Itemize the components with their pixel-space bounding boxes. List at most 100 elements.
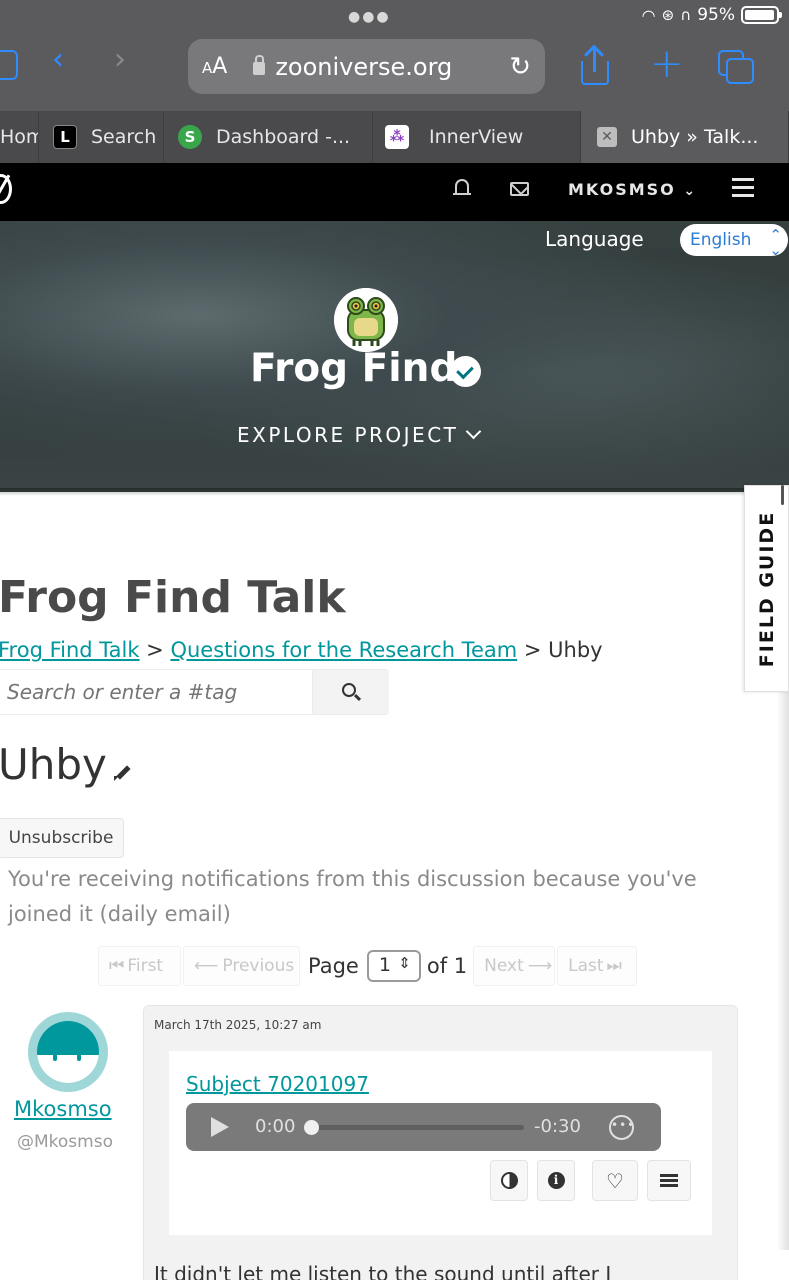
sidebar-toggle-icon[interactable] bbox=[0, 50, 18, 80]
updown-chevron-icon: ⇕ bbox=[398, 954, 411, 972]
updown-chevron-icon: ⌃ ⌄ bbox=[769, 226, 782, 259]
tab-label: InnerView bbox=[429, 126, 524, 148]
arrow-right-icon: ⟶ bbox=[527, 956, 553, 976]
multitasking-dots[interactable]: ●●● bbox=[348, 9, 391, 25]
page-label: Page bbox=[308, 954, 359, 978]
edit-pencil-icon[interactable] bbox=[114, 764, 130, 781]
tab-label: Dashboard -... bbox=[216, 126, 351, 148]
avatar-eye bbox=[53, 1052, 57, 1061]
audio-progress-thumb[interactable] bbox=[304, 1120, 319, 1135]
page-select[interactable]: 1 ⇕ bbox=[366, 950, 421, 982]
back-button[interactable]: ‹ bbox=[52, 45, 64, 75]
comment-timestamp[interactable]: March 17th 2025, 10:27 am bbox=[154, 1018, 321, 1032]
field-guide-label: FIELD GUIDE bbox=[755, 510, 778, 667]
language-value: English bbox=[690, 230, 752, 250]
first-page-icon: ⏮ bbox=[109, 956, 125, 976]
text-size-button[interactable]: AA bbox=[202, 54, 227, 79]
forward-button[interactable]: › bbox=[114, 45, 126, 75]
breadcrumb-link-talk[interactable]: Frog Find Talk bbox=[0, 638, 140, 662]
notifications-icon[interactable] bbox=[453, 178, 471, 198]
project-title[interactable]: Frog Find bbox=[250, 346, 457, 391]
tab-dashboard[interactable]: S Dashboard -... bbox=[164, 111, 373, 163]
next-label: Next bbox=[484, 956, 524, 976]
tab-favicon: S bbox=[178, 125, 202, 149]
explore-project-menu[interactable]: EXPLORE PROJECT bbox=[237, 423, 482, 447]
tab-home[interactable]: Hom bbox=[0, 111, 39, 163]
breadcrumb-link-board[interactable]: Questions for the Research Team bbox=[170, 638, 517, 662]
zooniverse-logo-icon[interactable] bbox=[0, 174, 12, 204]
audio-player: 0:00 -0:30 ••• bbox=[186, 1103, 661, 1151]
last-page-button[interactable]: Last ⏭ bbox=[557, 946, 638, 986]
heart-icon: ♡ bbox=[606, 1168, 624, 1193]
next-page-button[interactable]: Next ⟶ bbox=[473, 946, 556, 986]
add-to-collection-button[interactable] bbox=[647, 1160, 691, 1201]
last-label: Last bbox=[568, 956, 604, 976]
language-label: Language bbox=[545, 227, 644, 251]
search-input[interactable] bbox=[7, 670, 307, 714]
play-icon[interactable] bbox=[211, 1117, 229, 1137]
chevron-down-icon: ⌄ bbox=[683, 183, 698, 199]
search-icon bbox=[342, 683, 356, 697]
breadcrumb-separator: > bbox=[517, 638, 549, 662]
subject-info-button[interactable]: i bbox=[537, 1160, 575, 1201]
battery-icon bbox=[741, 6, 782, 24]
author-handle: @Mkosmso bbox=[17, 1132, 113, 1152]
battery-percent: 95% bbox=[697, 5, 735, 25]
unsubscribe-button[interactable]: Unsubscribe bbox=[0, 818, 124, 858]
breadcrumb: Frog Find Talk > Questions for the Resea… bbox=[0, 638, 603, 662]
author-name-link[interactable]: Mkosmso bbox=[14, 1097, 112, 1121]
subject-link[interactable]: Subject 70201097 bbox=[186, 1072, 369, 1096]
tab-label: Hom bbox=[0, 126, 38, 148]
audio-progress-track[interactable] bbox=[306, 1125, 524, 1130]
info-icon: i bbox=[547, 1172, 565, 1189]
close-icon[interactable]: ✕ bbox=[597, 127, 617, 147]
tab-overview-icon[interactable] bbox=[718, 50, 754, 84]
frog-icon bbox=[334, 288, 398, 352]
contrast-icon bbox=[500, 1172, 518, 1189]
tab-innerview[interactable]: ⁂ InnerView bbox=[373, 111, 581, 163]
more-options-icon[interactable]: ••• bbox=[609, 1115, 634, 1140]
arrow-left-icon: ⟵ bbox=[194, 956, 219, 976]
avatar-face bbox=[37, 1021, 99, 1083]
tab-label: Uhby » Talk... bbox=[631, 126, 759, 148]
address-bar[interactable]: AA zooniverse.org ↻ bbox=[188, 39, 545, 94]
previous-label: Previous bbox=[222, 956, 295, 976]
audio-current-time: 0:00 bbox=[255, 1116, 296, 1137]
invert-colors-button[interactable] bbox=[490, 1160, 528, 1201]
share-icon[interactable] bbox=[579, 48, 611, 86]
language-select[interactable]: English ⌃ ⌄ bbox=[680, 224, 788, 259]
messages-icon[interactable] bbox=[510, 182, 529, 196]
menu-icon[interactable] bbox=[732, 178, 754, 198]
comment-body: It didn't let me listen to the sound unt… bbox=[154, 1262, 612, 1280]
headphones-icon: ∩ bbox=[680, 6, 692, 24]
verified-badge-icon bbox=[450, 356, 481, 387]
list-icon bbox=[660, 1172, 678, 1189]
username: MKOSMSO bbox=[568, 180, 676, 199]
hero-shadow bbox=[0, 488, 789, 496]
author-avatar[interactable] bbox=[28, 1012, 108, 1092]
tab-favicon: L bbox=[53, 125, 77, 149]
notification-text: You're receiving notifications from this… bbox=[8, 867, 697, 926]
tab-search[interactable]: L Search bbox=[39, 111, 164, 163]
first-label: First bbox=[127, 956, 164, 976]
first-page-button[interactable]: ⏮ First bbox=[98, 946, 181, 986]
talk-search bbox=[0, 669, 389, 715]
avatar-eye bbox=[77, 1052, 81, 1061]
tab-uhby-talk[interactable]: ✕ Uhby » Talk... bbox=[581, 111, 789, 163]
page-count: of 1 bbox=[426, 954, 468, 978]
search-button[interactable] bbox=[312, 670, 389, 714]
innerview-icon: ⁂ bbox=[385, 125, 409, 149]
talk-title: Frog Find Talk bbox=[0, 572, 346, 623]
project-avatar[interactable] bbox=[334, 288, 398, 352]
field-guide-tab[interactable]: FIELD GUIDE bbox=[744, 485, 789, 692]
scrollbar-thumb[interactable] bbox=[781, 485, 784, 505]
reload-icon[interactable]: ↻ bbox=[509, 52, 531, 82]
site-header: MKOSMSO ⌄ bbox=[0, 163, 789, 221]
user-menu[interactable]: MKOSMSO ⌄ bbox=[568, 180, 697, 199]
chevron-down-icon bbox=[466, 423, 482, 440]
url-text[interactable]: zooniverse.org bbox=[275, 53, 509, 81]
new-tab-button[interactable]: + bbox=[650, 44, 684, 84]
favorite-button[interactable]: ♡ bbox=[592, 1160, 638, 1201]
previous-page-button[interactable]: ⟵ Previous bbox=[183, 946, 300, 986]
explore-label: EXPLORE PROJECT bbox=[237, 423, 459, 447]
